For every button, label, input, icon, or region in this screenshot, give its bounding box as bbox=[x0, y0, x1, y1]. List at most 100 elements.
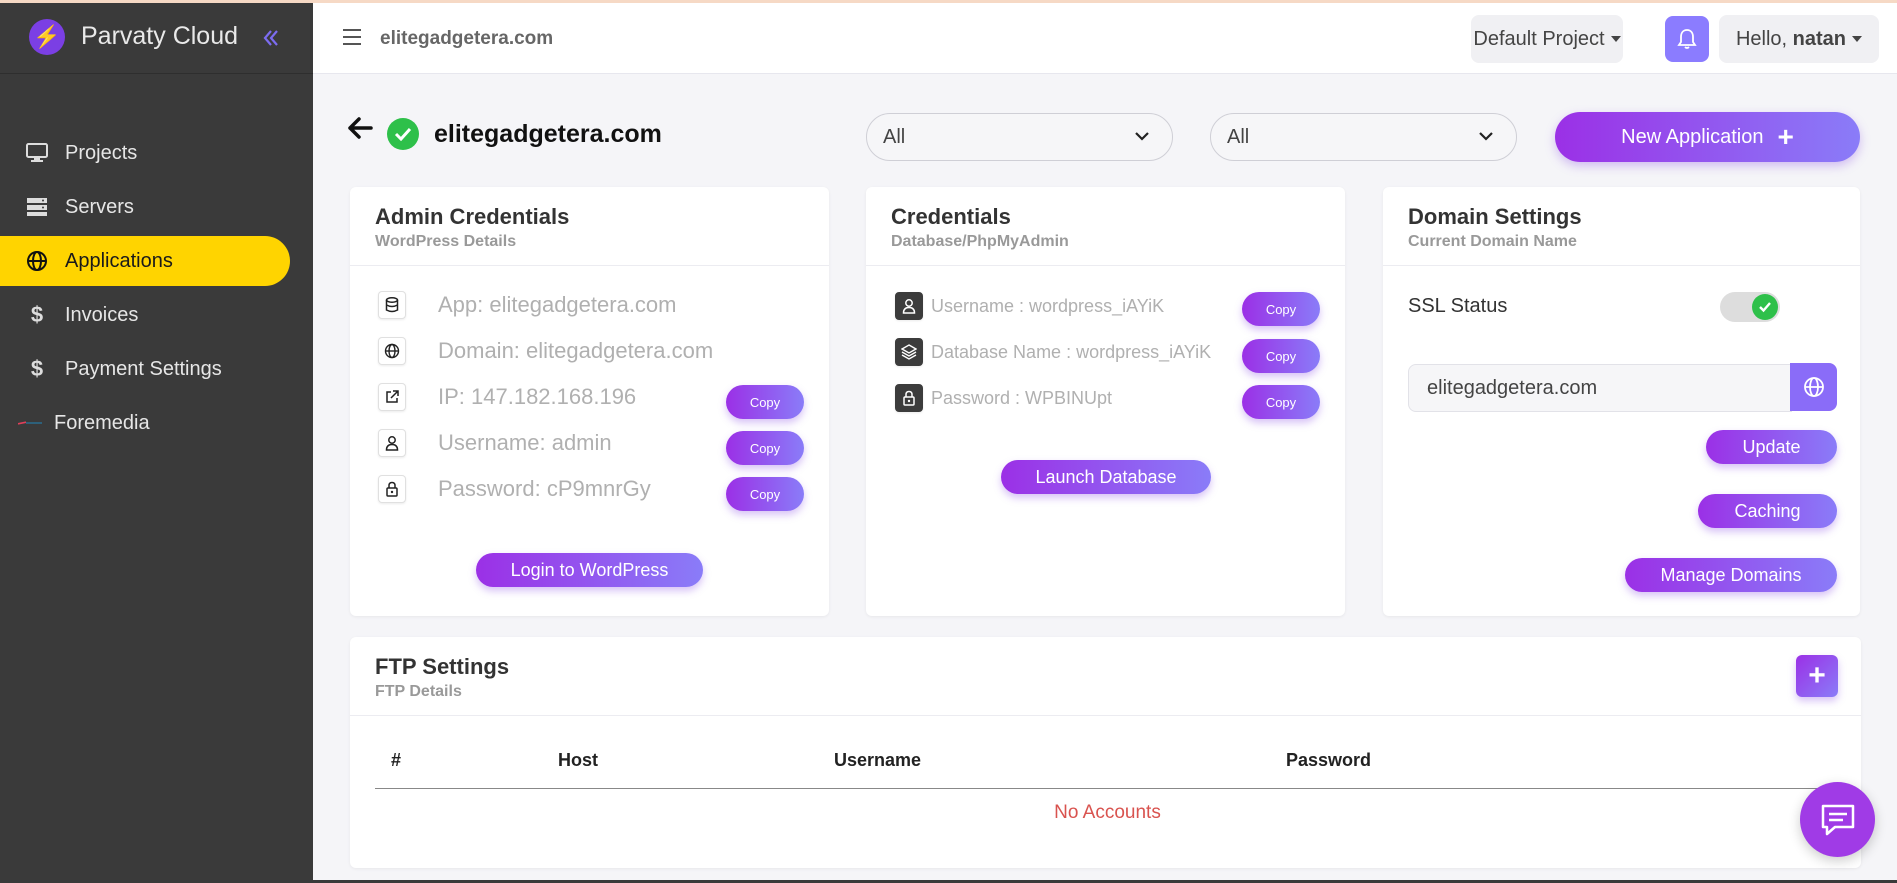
admin-domain-row: Domain: elitegadgetera.com bbox=[378, 337, 713, 365]
db-username-text: Username : wordpress_iAYiK bbox=[931, 295, 1165, 316]
card-subtitle: WordPress Details bbox=[375, 233, 517, 250]
bell-icon bbox=[1677, 29, 1697, 49]
globe-icon bbox=[25, 249, 49, 273]
sidebar-item-projects[interactable]: Projects bbox=[0, 128, 313, 178]
notifications-button[interactable] bbox=[1665, 16, 1709, 62]
user-menu-dropdown[interactable]: Hello, natan bbox=[1719, 15, 1879, 63]
brand-name: Parvaty Cloud bbox=[81, 22, 239, 50]
sidebar-item-label: Foremedia bbox=[54, 411, 150, 434]
user-icon bbox=[895, 292, 923, 320]
check-icon bbox=[1752, 294, 1778, 320]
ssl-status-label: SSL Status bbox=[1408, 295, 1508, 317]
sidebar-item-servers[interactable]: Servers bbox=[0, 182, 313, 232]
admin-credentials-card: Admin Credentials WordPress Details App:… bbox=[350, 187, 829, 616]
admin-ip-text: IP: 147.182.168.196 bbox=[438, 384, 637, 409]
sidebar-nav: Projects Servers Applications $ Invoices… bbox=[0, 128, 313, 452]
ssl-toggle[interactable] bbox=[1720, 292, 1780, 322]
admin-password-text: Password: cP9mnrGy bbox=[438, 476, 651, 501]
status-check-icon bbox=[387, 118, 419, 150]
chat-icon bbox=[1821, 804, 1854, 835]
filter-select-value: All bbox=[883, 125, 906, 148]
launch-database-button[interactable]: Launch Database bbox=[1001, 460, 1211, 494]
copy-username-button[interactable]: Copy bbox=[726, 431, 804, 465]
user-name: natan bbox=[1792, 27, 1847, 50]
image-icon bbox=[18, 411, 42, 435]
copy-db-password-button[interactable]: Copy bbox=[1242, 385, 1320, 419]
sidebar: ⚡ Parvaty Cloud Projects Servers Applica… bbox=[0, 0, 313, 883]
sidebar-item-applications[interactable]: Applications bbox=[0, 236, 290, 286]
manage-domains-button[interactable]: Manage Domains bbox=[1625, 558, 1837, 592]
lock-icon bbox=[895, 384, 923, 412]
admin-username-row: Username: admin bbox=[378, 429, 612, 457]
chevron-down-icon bbox=[1479, 132, 1493, 141]
project-dropdown[interactable]: Default Project bbox=[1471, 15, 1623, 63]
login-wordpress-button[interactable]: Login to WordPress bbox=[476, 553, 703, 587]
card-subtitle: Current Domain Name bbox=[1408, 233, 1577, 250]
db-username-row: Username : wordpress_iAYiK bbox=[895, 292, 1164, 320]
add-ftp-account-button[interactable]: + bbox=[1796, 655, 1838, 697]
filter-select-value: All bbox=[1227, 125, 1250, 148]
sidebar-item-label: Payment Settings bbox=[65, 357, 222, 380]
domain-settings-card: Domain Settings Current Domain Name SSL … bbox=[1383, 187, 1860, 616]
external-link-icon bbox=[378, 383, 406, 411]
sidebar-item-invoices[interactable]: $ Invoices bbox=[0, 290, 313, 340]
table-header-divider bbox=[375, 788, 1840, 789]
card-subtitle: FTP Details bbox=[375, 683, 462, 700]
chevron-down-icon bbox=[1135, 132, 1149, 141]
copy-db-name-button[interactable]: Copy bbox=[1242, 339, 1320, 373]
top-accent-line bbox=[0, 0, 1897, 3]
lock-icon bbox=[378, 475, 406, 503]
copy-ip-button[interactable]: Copy bbox=[726, 385, 804, 419]
admin-app-row: App: elitegadgetera.com bbox=[378, 291, 677, 319]
card-title: Admin Credentials bbox=[375, 204, 570, 229]
caching-button[interactable]: Caching bbox=[1698, 494, 1837, 528]
card-title: Domain Settings bbox=[1408, 204, 1582, 229]
sidebar-item-foremedia[interactable]: Foremedia bbox=[0, 398, 313, 448]
new-application-label: New Application bbox=[1621, 125, 1764, 148]
column-header-host: Host bbox=[558, 750, 598, 770]
sidebar-item-label: Projects bbox=[65, 141, 138, 164]
lightning-logo-icon: ⚡ bbox=[29, 18, 65, 55]
caret-down-icon bbox=[1610, 36, 1621, 42]
filter-select-1[interactable]: All bbox=[866, 113, 1173, 161]
sidebar-item-payment-settings[interactable]: $ Payment Settings bbox=[0, 344, 313, 394]
card-title: FTP Settings bbox=[375, 654, 510, 679]
back-arrow-icon[interactable] bbox=[347, 117, 373, 144]
collapse-sidebar-icon[interactable] bbox=[262, 24, 280, 55]
filter-select-2[interactable]: All bbox=[1210, 113, 1517, 161]
page-title: elitegadgetera.com bbox=[434, 120, 662, 148]
admin-password-row: Password: cP9mnrGy bbox=[378, 475, 651, 503]
admin-ip-row: IP: 147.182.168.196 bbox=[378, 383, 636, 411]
db-password-row: Password : WPBINUpt bbox=[895, 384, 1112, 412]
globe-icon bbox=[378, 337, 406, 365]
update-domain-button[interactable]: Update bbox=[1706, 430, 1837, 464]
card-title: Credentials bbox=[891, 204, 1011, 229]
sidebar-item-label: Invoices bbox=[65, 303, 139, 326]
monitor-icon bbox=[25, 141, 49, 165]
admin-app-text: App: elitegadgetera.com bbox=[438, 292, 677, 317]
db-name-text: Database Name : wordpress_iAYiK bbox=[931, 341, 1212, 362]
domain-globe-button[interactable] bbox=[1790, 363, 1837, 411]
domain-name-input[interactable] bbox=[1408, 364, 1792, 412]
copy-password-button[interactable]: Copy bbox=[726, 477, 804, 511]
dollar-icon: $ bbox=[30, 302, 44, 327]
live-chat-button[interactable] bbox=[1800, 782, 1875, 857]
hello-prefix: Hello, bbox=[1735, 27, 1788, 50]
globe-icon bbox=[1803, 377, 1824, 397]
admin-username-text: Username: admin bbox=[438, 430, 612, 455]
empty-table-message: No Accounts bbox=[1054, 802, 1161, 823]
hamburger-menu-icon[interactable] bbox=[343, 29, 361, 50]
ftp-settings-card: FTP Settings FTP Details + # Host Userna… bbox=[350, 637, 1861, 868]
db-password-text: Password : WPBINUpt bbox=[931, 387, 1113, 408]
admin-domain-text: Domain: elitegadgetera.com bbox=[438, 338, 714, 363]
top-header: elitegadgetera.com Default Project Hello… bbox=[313, 3, 1897, 74]
dollar-icon: $ bbox=[30, 356, 44, 381]
caret-down-icon bbox=[1852, 36, 1863, 42]
column-header-number: # bbox=[391, 750, 402, 770]
new-application-button[interactable]: New Application + bbox=[1555, 112, 1860, 162]
copy-db-username-button[interactable]: Copy bbox=[1242, 292, 1320, 326]
db-name-row: Database Name : wordpress_iAYiK bbox=[895, 338, 1211, 366]
database-credentials-card: Credentials Database/PhpMyAdmin Username… bbox=[866, 187, 1345, 616]
card-subtitle: Database/PhpMyAdmin bbox=[891, 233, 1069, 250]
layers-icon bbox=[895, 338, 923, 366]
